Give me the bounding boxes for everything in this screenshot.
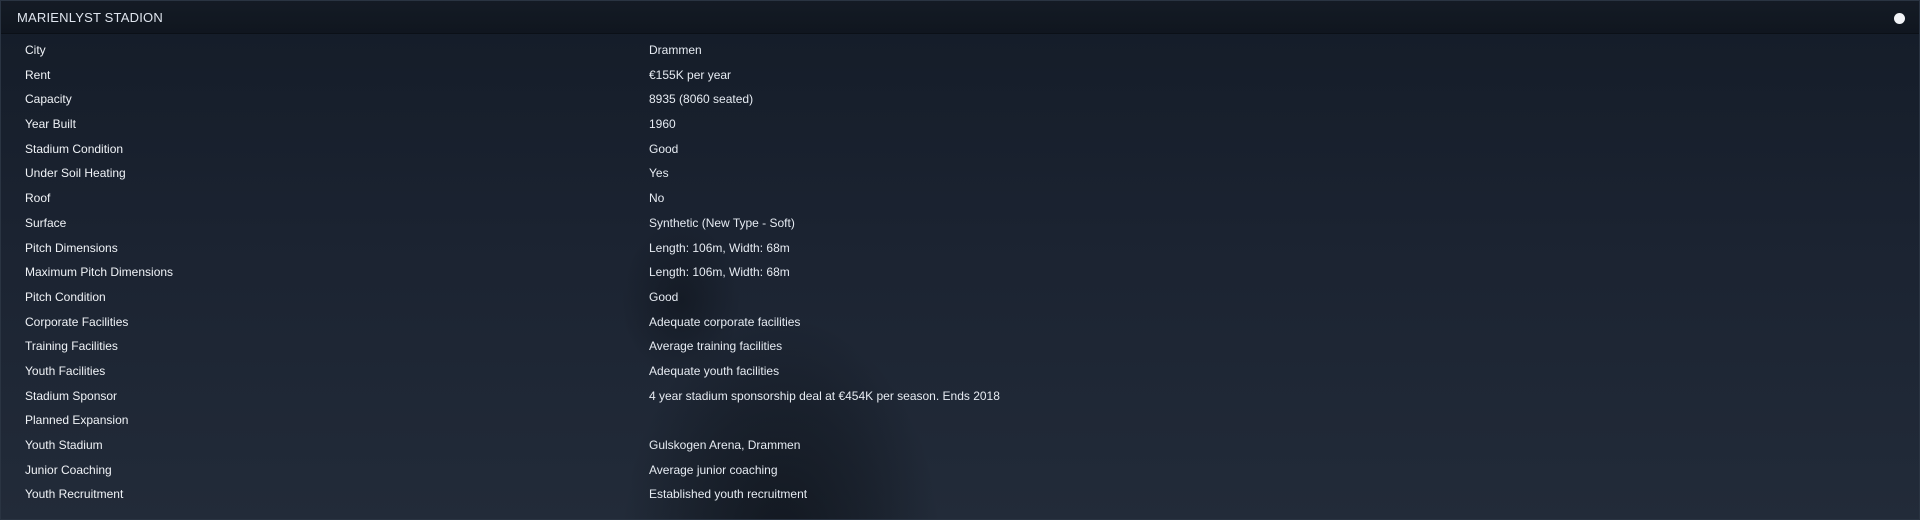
detail-row-rent: Rent €155K per year: [1, 63, 1919, 88]
detail-label: Junior Coaching: [25, 462, 112, 477]
detail-value: Length: 106m, Width: 68m: [649, 240, 790, 255]
detail-row-surface: Surface Synthetic (New Type - Soft): [1, 211, 1919, 236]
detail-row-city: City Drammen: [1, 38, 1919, 63]
detail-label: Youth Facilities: [25, 363, 106, 378]
detail-value: No: [649, 191, 665, 206]
detail-label: Training Facilities: [25, 339, 118, 354]
detail-value: €155K per year: [649, 67, 732, 82]
detail-value: Good: [649, 289, 679, 304]
detail-label: Youth Recruitment: [25, 487, 124, 502]
detail-value: 4 year stadium sponsorship deal at €454K…: [649, 388, 1000, 403]
detail-row-junior-coaching: Junior Coaching Average junior coaching: [1, 458, 1919, 483]
detail-label: Corporate Facilities: [25, 314, 129, 329]
panel-header: MARIENLYST STADION: [1, 1, 1919, 34]
detail-label: Rent: [25, 67, 51, 82]
detail-label: Youth Stadium: [25, 438, 103, 452]
detail-label: City: [25, 43, 46, 57]
detail-value: Gulskogen Arena, Drammen: [649, 438, 801, 452]
detail-row-stadium-sponsor: Stadium Sponsor 4 year stadium sponsorsh…: [1, 384, 1919, 409]
detail-value: 1960: [649, 117, 676, 132]
detail-label: Capacity: [25, 92, 72, 107]
detail-label: Maximum Pitch Dimensions: [25, 265, 174, 280]
detail-row-youth-facilities: Youth Facilities Adequate youth faciliti…: [1, 359, 1919, 384]
detail-row-pitch-condition: Pitch Condition Good: [1, 285, 1919, 310]
detail-label: Pitch Condition: [25, 289, 106, 304]
detail-value: Good: [649, 141, 679, 156]
detail-label: Planned Expansion: [25, 413, 129, 428]
detail-value: Average junior coaching: [649, 462, 778, 477]
panel-menu-button[interactable]: [1894, 13, 1905, 24]
stadium-details-list: City Drammen Rent €155K per year Capacit…: [1, 38, 1919, 507]
detail-label: Stadium Condition: [25, 141, 124, 156]
detail-row-roof: Roof No: [1, 186, 1919, 211]
detail-value: Drammen: [649, 43, 702, 57]
detail-value: Established youth recruitment: [649, 487, 808, 502]
detail-row-planned-expansion: Planned Expansion: [1, 408, 1919, 433]
detail-row-corporate-facilities: Corporate Facilities Adequate corporate …: [1, 310, 1919, 335]
detail-value: Average training facilities: [649, 339, 783, 354]
detail-label: Roof: [25, 191, 51, 206]
detail-row-youth-recruitment: Youth Recruitment Established youth recr…: [1, 482, 1919, 507]
detail-label: Under Soil Heating: [25, 166, 126, 181]
detail-value: Adequate youth facilities: [649, 363, 780, 378]
detail-label: Stadium Sponsor: [25, 388, 118, 403]
detail-value: Length: 106m, Width: 68m: [649, 265, 790, 280]
detail-row-maximum-pitch-dimensions: Maximum Pitch Dimensions Length: 106m, W…: [1, 260, 1919, 285]
detail-label: Surface: [25, 215, 67, 230]
detail-row-under-soil-heating: Under Soil Heating Yes: [1, 161, 1919, 186]
detail-row-pitch-dimensions: Pitch Dimensions Length: 106m, Width: 68…: [1, 236, 1919, 261]
detail-value: Synthetic (New Type - Soft): [649, 215, 795, 230]
detail-row-youth-stadium: Youth Stadium Gulskogen Arena, Drammen: [1, 433, 1919, 458]
detail-value: Yes: [649, 166, 669, 181]
detail-label: Year Built: [25, 117, 76, 132]
panel-title: MARIENLYST STADION: [17, 10, 163, 25]
detail-label: Pitch Dimensions: [25, 240, 118, 255]
detail-row-capacity: Capacity 8935 (8060 seated): [1, 87, 1919, 112]
detail-row-year-built: Year Built 1960: [1, 112, 1919, 137]
stadium-panel: MARIENLYST STADION City Drammen Rent €15…: [0, 0, 1920, 520]
detail-row-training-facilities: Training Facilities Average training fac…: [1, 334, 1919, 359]
detail-value: Adequate corporate facilities: [649, 314, 801, 329]
detail-value: 8935 (8060 seated): [649, 92, 754, 107]
detail-row-stadium-condition: Stadium Condition Good: [1, 137, 1919, 162]
